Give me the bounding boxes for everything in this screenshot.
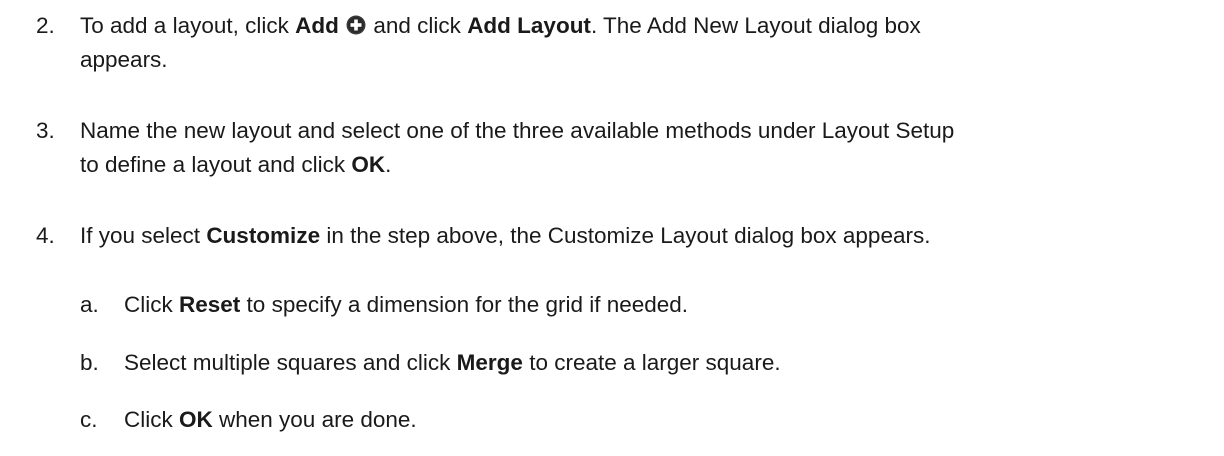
substep-text-part: Click bbox=[124, 407, 179, 432]
step-text: To add a layout, click Add and click Add… bbox=[80, 9, 1210, 77]
step-number: 2. bbox=[36, 13, 55, 38]
step-text-part: To add a layout, click bbox=[80, 13, 296, 38]
step-text: Name the new layout and select one of th… bbox=[80, 114, 1210, 182]
ui-term-reset: Reset bbox=[179, 292, 241, 317]
substep-text-part: when you are done. bbox=[212, 407, 417, 432]
ui-term-add: Add bbox=[295, 13, 339, 38]
ui-term-customize: Customize bbox=[206, 223, 321, 248]
add-circle-icon bbox=[346, 15, 366, 35]
ui-term-merge: Merge bbox=[456, 350, 523, 375]
ui-term-ok: OK bbox=[351, 152, 386, 177]
substep-letter: c. bbox=[80, 407, 98, 432]
substep-text-part: Click bbox=[124, 292, 179, 317]
step-number: 4. bbox=[36, 223, 55, 248]
ui-term-add-layout: Add Layout bbox=[467, 13, 591, 38]
step-text: If you select Customize in the step abov… bbox=[80, 219, 1210, 253]
substep-letter: b. bbox=[80, 350, 99, 375]
step-text-part: . bbox=[385, 152, 392, 177]
step-text-part: and click bbox=[367, 13, 468, 38]
document-page: { "steps": [ { "number": "2.", "parts": … bbox=[0, 0, 1224, 456]
step-number: 3. bbox=[36, 118, 55, 143]
step-text-line: Name the new layout and select one of th… bbox=[80, 118, 955, 143]
substep-text: Click OK when you are done. bbox=[124, 403, 1214, 437]
ui-term-ok: OK bbox=[179, 407, 213, 432]
step-text-part: to define a layout and click bbox=[80, 152, 352, 177]
step-text-continuation: appears. bbox=[80, 47, 168, 72]
step-text-part: . The Add New Layout dialog box bbox=[590, 13, 921, 38]
substep-text: Click Reset to specify a dimension for t… bbox=[124, 288, 1214, 322]
step-text-part: in the step above, the Customize Layout … bbox=[320, 223, 931, 248]
substep-text-part: to specify a dimension for the grid if n… bbox=[240, 292, 689, 317]
step-text-part: If you select bbox=[80, 223, 207, 248]
substep-text: Select multiple squares and click Merge … bbox=[124, 346, 1214, 380]
substep-letter: a. bbox=[80, 292, 99, 317]
substep-text-part: Select multiple squares and click bbox=[124, 350, 457, 375]
substep-text-part: to create a larger square. bbox=[522, 350, 781, 375]
